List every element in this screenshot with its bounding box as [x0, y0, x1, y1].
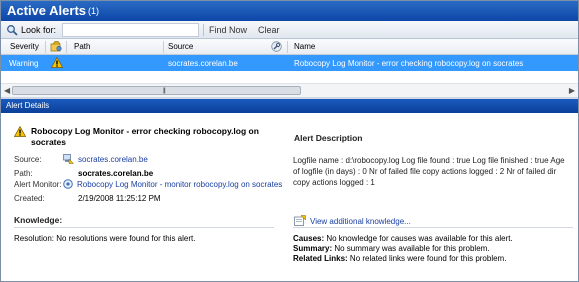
alert-description-text: Logfile name : d:\robocopy.log Log file … [293, 156, 565, 187]
path-label: Path: [14, 169, 33, 178]
wrench-icon[interactable] [271, 41, 282, 52]
summary-label: Summary: [293, 244, 333, 253]
related-links-text: No related links were found for this pro… [349, 254, 507, 263]
knowledge-icon [294, 215, 306, 226]
row-severity: Warning [9, 59, 39, 68]
alert-description-title: Alert Description [294, 133, 363, 143]
scroll-left-icon[interactable]: ◀ [4, 86, 10, 95]
created-value: 2/19/2008 11:25:12 PM [78, 194, 161, 203]
clear-button[interactable]: Clear [258, 25, 280, 35]
knowledge-title: Knowledge: [14, 215, 63, 225]
column-header-name[interactable]: Name [294, 42, 315, 51]
scroll-right-icon[interactable]: ▶ [569, 86, 575, 95]
look-for-text: Look for: [21, 25, 57, 35]
maintenance-mode-icon[interactable] [50, 41, 62, 52]
column-header-source[interactable]: Source [168, 42, 193, 51]
warning-icon [51, 57, 63, 68]
created-label: Created: [14, 194, 45, 203]
search-input[interactable] [62, 23, 199, 37]
row-name: Robocopy Log Monitor - error checking ro… [294, 59, 524, 68]
alerts-window: Active Alerts (1) Look for: Find Now Cle… [0, 0, 579, 282]
grid-header: Severity Path Source Name [1, 39, 578, 55]
causes-text: No knowledge for causes was available fo… [326, 234, 513, 243]
resolution-row: Resolution: No resolutions were found fo… [14, 234, 195, 243]
grid-empty-area [1, 71, 578, 83]
scrollbar-thumb[interactable]: ||| [12, 86, 301, 95]
find-now-button[interactable]: Find Now [209, 25, 247, 35]
row-source: socrates.corelan.be [168, 59, 238, 68]
column-header-path[interactable]: Path [74, 42, 90, 51]
search-icon [7, 25, 18, 36]
details-header-label: Alert Details [6, 101, 50, 110]
horizontal-scrollbar[interactable]: ◀ ||| ▶ [1, 83, 578, 97]
knowledge-details: Causes: No knowledge for causes was avai… [293, 234, 573, 264]
column-divider [163, 41, 164, 53]
resolution-label: Resolution: [14, 234, 55, 243]
alert-monitor-link[interactable]: Robocopy Log Monitor - monitor robocopy.… [77, 180, 282, 189]
monitor-icon [63, 179, 73, 189]
title-bar: Active Alerts (1) [1, 1, 578, 21]
column-divider [287, 41, 288, 53]
details-pane: Robocopy Log Monitor - error checking ro… [1, 113, 578, 281]
warning-icon [14, 126, 26, 137]
resolution-text: No resolutions were found for this alert… [56, 234, 196, 243]
look-for-label: Look for: [6, 23, 56, 37]
source-label: Source: [14, 155, 42, 164]
toolbar-divider [203, 24, 204, 36]
summary-row: Summary: No summary was available for th… [293, 244, 573, 254]
alert-monitor-label: Alert Monitor: [14, 180, 62, 189]
causes-label: Causes: [293, 234, 325, 243]
window-title: Active Alerts [7, 3, 86, 18]
source-link[interactable]: socrates.corelan.be [78, 155, 148, 164]
column-header-severity[interactable]: Severity [10, 42, 39, 51]
knowledge-divider [14, 227, 274, 228]
knowledge-link-divider [293, 227, 573, 228]
column-divider [66, 41, 67, 53]
grip-icon: ||| [163, 88, 166, 94]
summary-text: No summary was available for this proble… [334, 244, 490, 253]
path-value: socrates.corelan.be [78, 169, 154, 178]
related-links-label: Related Links: [293, 254, 348, 263]
view-knowledge-link[interactable]: View additional knowledge... [310, 217, 411, 226]
computer-icon [63, 154, 74, 164]
causes-row: Causes: No knowledge for causes was avai… [293, 234, 573, 244]
related-links-row: Related Links: No related links were fou… [293, 254, 573, 264]
alert-count: (1) [88, 6, 99, 16]
table-row[interactable]: Warning socrates.corelan.be Robocopy Log… [1, 55, 578, 71]
details-header: Alert Details [1, 99, 578, 113]
alert-title: Robocopy Log Monitor - error checking ro… [31, 126, 259, 147]
search-toolbar: Look for: Find Now Clear [1, 21, 578, 39]
column-divider [45, 41, 46, 53]
